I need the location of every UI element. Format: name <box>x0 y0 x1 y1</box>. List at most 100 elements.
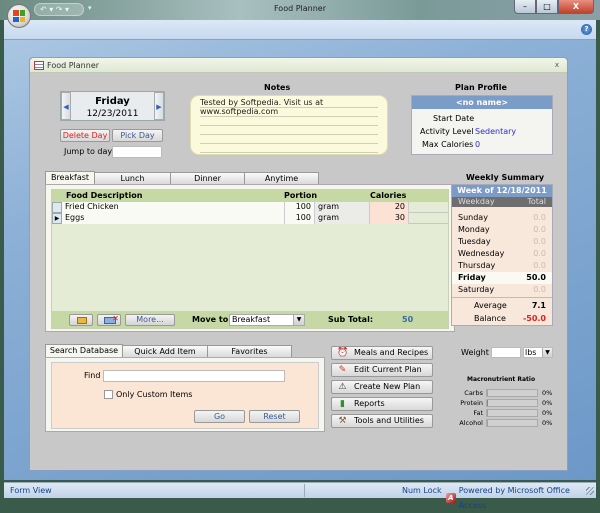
tools-icon: ⚒ <box>338 416 347 426</box>
calories-cell: 20 <box>369 202 409 213</box>
grid-header: Food Description Portion Calories <box>52 190 448 202</box>
calories-cell: 30 <box>369 213 409 224</box>
search-tabs: Search Database Quick Add Item Favorites <box>45 344 292 357</box>
weekday-row: Tuesday 0.0 <box>458 237 546 246</box>
office-button[interactable] <box>7 4 31 28</box>
table-row[interactable]: Fried Chicken 100 gram 20 <box>52 202 448 213</box>
tab-quick-add-item[interactable]: Quick Add Item <box>122 345 208 357</box>
tools-and-utilities-button[interactable]: ⚒ Tools and Utilities <box>331 414 433 428</box>
close-button[interactable]: X <box>558 0 594 14</box>
meals-and-recipes-button[interactable]: ⏰ Meals and Recipes <box>331 346 433 360</box>
macro-label: Protein <box>460 399 483 407</box>
unit-cell[interactable]: gram <box>314 202 369 213</box>
form-icon <box>34 60 44 70</box>
chevron-down-icon[interactable]: ▼ <box>293 315 304 325</box>
pick-day-button[interactable]: Pick Day <box>112 129 163 142</box>
jump-to-day-input[interactable] <box>112 146 162 158</box>
food-grid: Food Description Portion Calories Fried … <box>51 189 449 329</box>
form-close-icon[interactable]: x <box>555 61 559 69</box>
plan-profile-title: Plan Profile <box>455 83 507 92</box>
plan-name[interactable]: <no name> <box>412 96 552 109</box>
weight-label: Weight <box>461 348 489 357</box>
table-row[interactable]: ▶ Eggs 100 gram 30 <box>52 213 448 224</box>
macro-percent: 0% <box>542 399 553 407</box>
start-date-label: Start Date <box>433 114 475 123</box>
row-selector[interactable] <box>52 202 62 213</box>
move-to-label: Move to <box>192 315 229 324</box>
plan-profile-panel: <no name> Start Date Activity Level Sede… <box>411 95 553 155</box>
tab-anytime[interactable]: Anytime <box>244 172 319 184</box>
only-custom-items-checkbox[interactable] <box>104 390 113 399</box>
folder-add-icon <box>77 317 87 324</box>
weight-unit-select[interactable]: lbs ▼ <box>523 347 553 358</box>
reports-button[interactable]: ▮ Reports <box>331 397 433 411</box>
weight-input[interactable] <box>491 347 521 358</box>
find-input[interactable] <box>103 370 285 382</box>
day-date: 12/23/2011 <box>86 109 139 119</box>
go-button[interactable]: Go <box>194 410 245 423</box>
portion-cell[interactable]: 100 <box>284 202 314 213</box>
chevron-down-icon[interactable]: ▼ <box>542 348 552 357</box>
status-bar: Form View Num Lock A Powered by Microsof… <box>4 482 596 510</box>
tab-breakfast[interactable]: Breakfast <box>45 171 95 184</box>
view-mode: Form View <box>10 486 52 495</box>
balance-value: -50.0 <box>522 314 546 323</box>
notes-title: Notes <box>264 83 291 92</box>
notes-text: Tested by Softpedia. Visit us at www.sof… <box>200 98 324 116</box>
button-label: Meals and Recipes <box>354 348 429 357</box>
macro-bar <box>486 399 538 407</box>
meal-tabs: Breakfast Lunch Dinner Anytime <box>45 171 319 184</box>
subtotal-label: Sub Total: <box>328 315 374 324</box>
delete-row-button[interactable] <box>97 314 121 326</box>
window-controls: – □ X <box>514 0 594 14</box>
num-lock-indicator: Num Lock <box>402 486 442 495</box>
more-button[interactable]: More... <box>125 314 175 326</box>
resize-grip[interactable] <box>586 487 594 495</box>
portion-cell[interactable]: 100 <box>284 213 314 224</box>
col-weekday: Weekday <box>458 197 495 206</box>
divider <box>304 484 305 497</box>
tab-search-database[interactable]: Search Database <box>45 344 123 357</box>
weekday-row: Monday 0.0 <box>458 225 546 234</box>
create-plan-icon: ⚠ <box>338 382 347 392</box>
tab-dinner[interactable]: Dinner <box>170 172 245 184</box>
col-calories: Calories <box>370 191 407 200</box>
food-description-cell[interactable]: Eggs <box>62 213 284 224</box>
form-titlebar: Food Planner x <box>30 58 567 73</box>
tab-lunch[interactable]: Lunch <box>94 172 171 184</box>
day-name: Friday <box>95 96 130 107</box>
delete-day-button[interactable]: Delete Day <box>60 129 110 142</box>
office-logo-icon <box>13 10 25 22</box>
move-to-select[interactable]: Breakfast ▼ <box>229 314 305 326</box>
food-description-cell[interactable]: Fried Chicken <box>62 202 284 213</box>
average-label: Average <box>474 301 507 310</box>
macro-bar-fill <box>487 410 488 416</box>
unit-cell[interactable]: gram <box>314 213 369 224</box>
edit-current-plan-button[interactable]: ✎ Edit Current Plan <box>331 363 433 377</box>
macro-bar-fill <box>487 400 488 406</box>
add-food-button[interactable] <box>69 314 93 326</box>
create-new-plan-button[interactable]: ⚠ Create New Plan <box>331 380 433 394</box>
activity-level-value: Sedentary <box>475 127 517 136</box>
next-day-button[interactable]: ▶ <box>154 92 164 120</box>
maximize-button[interactable]: □ <box>536 0 558 14</box>
notes-field[interactable]: Tested by Softpedia. Visit us at www.sof… <box>190 95 388 155</box>
col-total: Total <box>527 197 546 206</box>
average-value: 7.1 <box>531 301 546 310</box>
grid-footer: More... Move to Breakfast ▼ Sub Total: 5… <box>52 311 448 328</box>
macro-row-alcohol: Alcohol 0% <box>450 419 560 428</box>
weekday-row: Saturday 0.0 <box>458 285 546 294</box>
window-titlebar: ↶ ▾ ↷ ▾ ▾ Food Planner – □ X <box>0 0 600 20</box>
minimize-button[interactable]: – <box>514 0 536 14</box>
access-logo-icon: A <box>446 493 456 503</box>
current-row-indicator-icon[interactable]: ▶ <box>52 213 62 224</box>
macro-percent: 0% <box>542 389 553 397</box>
reset-button[interactable]: Reset <box>249 410 300 423</box>
tab-favorites[interactable]: Favorites <box>207 345 292 357</box>
col-portion: Portion <box>284 191 318 200</box>
help-icon[interactable]: ? <box>581 24 592 35</box>
weekday-row: Wednesday 0.0 <box>458 249 546 258</box>
col-food-description: Food Description <box>66 191 143 200</box>
macro-percent: 0% <box>542 409 553 417</box>
week-of-label: Week of 12/18/2011 <box>452 185 552 197</box>
